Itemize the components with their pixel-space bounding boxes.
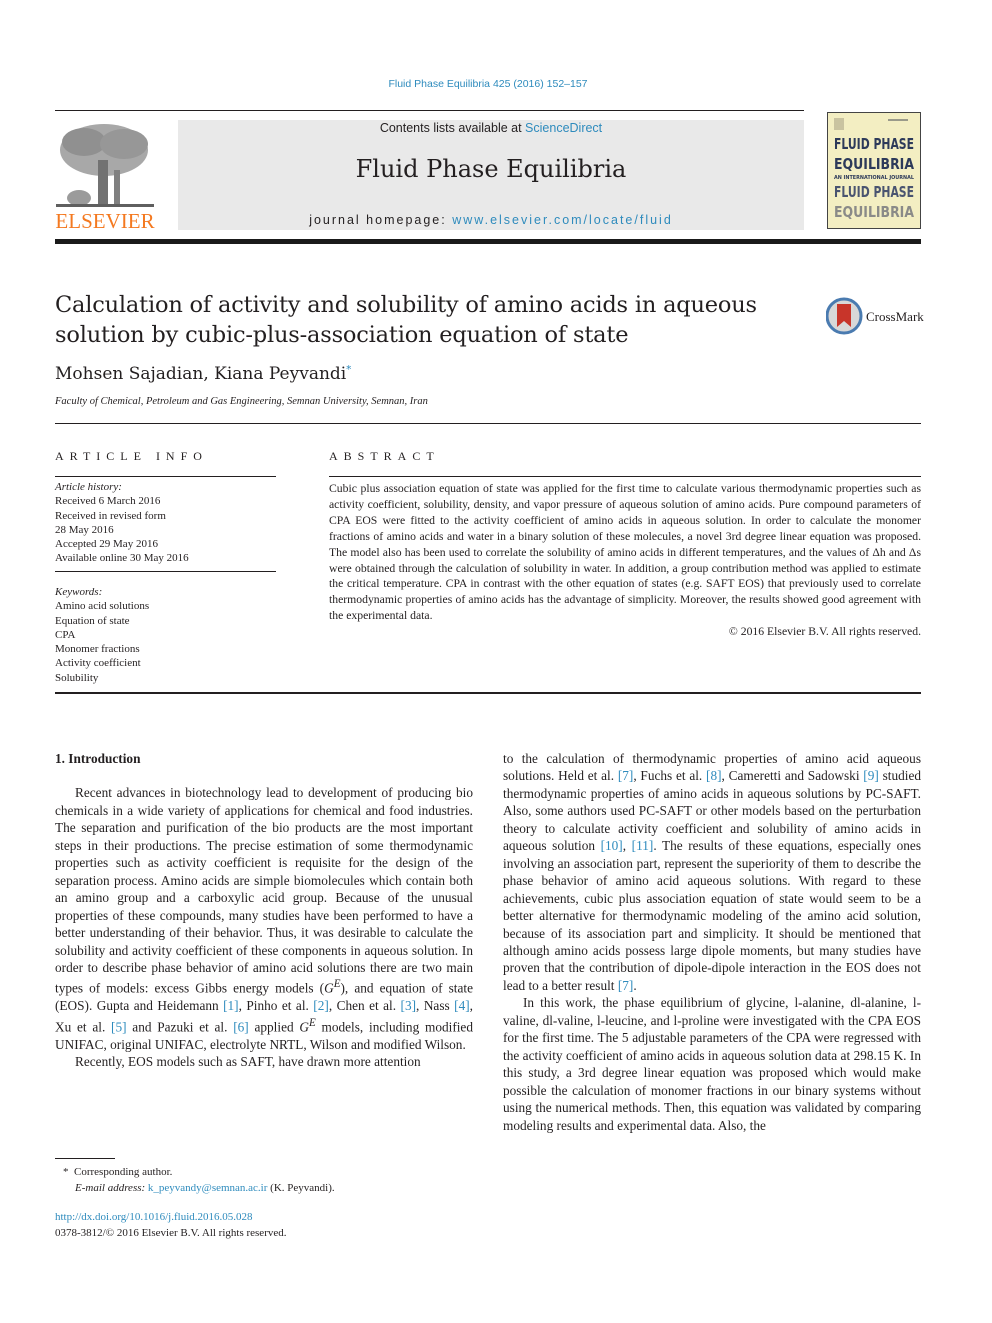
elsevier-tree-icon: ELSEVIER bbox=[54, 120, 156, 233]
doi-block: http://dx.doi.org/10.1016/j.fluid.2016.0… bbox=[55, 1209, 287, 1241]
cover-title-2: EQUILIBRIA bbox=[834, 155, 914, 173]
section-rule bbox=[55, 423, 921, 424]
homepage-line: journal homepage: www.elsevier.com/locat… bbox=[178, 213, 804, 227]
abstract-paragraph: Cubic plus association equation of state… bbox=[329, 482, 921, 623]
footnote-mark: * bbox=[63, 1166, 69, 1178]
keyword-item: Equation of state bbox=[55, 614, 130, 627]
cover-title-4: EQUILIBRIA bbox=[834, 203, 914, 221]
svg-text:ELSEVIER: ELSEVIER bbox=[55, 209, 154, 232]
keyword-item: Activity coefficient bbox=[55, 657, 141, 670]
abstract-rule bbox=[329, 476, 921, 477]
citation-link[interactable]: [8] bbox=[706, 768, 722, 783]
article-info-heading: ARTICLE INFO bbox=[55, 449, 208, 463]
keyword-item: CPA bbox=[55, 628, 76, 641]
crossmark-label: CrossMark bbox=[866, 309, 924, 324]
citation-link[interactable]: [9] bbox=[863, 768, 879, 783]
keyword-item: Monomer fractions bbox=[55, 643, 140, 656]
citation-link[interactable]: [7] bbox=[618, 768, 634, 783]
abstract-copyright: © 2016 Elsevier B.V. All rights reserved… bbox=[728, 625, 921, 639]
email-suffix: (K. Peyvandi). bbox=[267, 1182, 335, 1194]
authors: Mohsen Sajadian, Kiana Peyvandi* bbox=[55, 364, 351, 384]
journal-citation-link[interactable]: Fluid Phase Equilibria 425 (2016) 152–15… bbox=[0, 78, 976, 90]
history-item: 28 May 2016 bbox=[55, 523, 114, 536]
author-names: Mohsen Sajadian, Kiana Peyvandi bbox=[55, 364, 347, 384]
abstract-heading: ABSTRACT bbox=[329, 449, 440, 463]
keywords-label: Keywords: bbox=[55, 586, 103, 598]
citation-link[interactable]: [4] bbox=[454, 998, 470, 1013]
article-history: Article history: Received 6 March 2016 R… bbox=[55, 480, 285, 566]
doi-link[interactable]: http://dx.doi.org/10.1016/j.fluid.2016.0… bbox=[55, 1209, 287, 1225]
elsevier-logo: ELSEVIER bbox=[54, 120, 156, 233]
keywords: Keywords: Amino acid solutions Equation … bbox=[55, 585, 285, 685]
homepage-link[interactable]: www.elsevier.com/locate/fluid bbox=[452, 213, 673, 227]
cover-title-1: FLUID PHASE bbox=[834, 135, 914, 153]
citation-link[interactable]: [2] bbox=[313, 998, 329, 1013]
header-thick-rule bbox=[55, 239, 921, 244]
body-paragraph: Recent advances in biotechnology lead to… bbox=[55, 785, 474, 1052]
citation-link[interactable]: [7] bbox=[618, 978, 634, 993]
citation-link[interactable]: [5] bbox=[111, 1019, 127, 1034]
corresponding-author-note: Corresponding author. bbox=[74, 1166, 173, 1178]
info-rule bbox=[55, 571, 276, 572]
email-label: E-mail address: bbox=[75, 1182, 148, 1194]
info-rule bbox=[55, 476, 276, 477]
issn-copyright: 0378-3812/© 2016 Elsevier B.V. All right… bbox=[55, 1227, 287, 1239]
keyword-item: Solubility bbox=[55, 671, 99, 684]
corresponding-author-mark[interactable]: * bbox=[346, 364, 351, 375]
body-paragraph: Recently, EOS models such as SAFT, have … bbox=[75, 1054, 421, 1070]
journal-cover-image: FLUID PHASE EQUILIBRIA AN INTERNATIONAL … bbox=[827, 112, 921, 229]
crossmark-icon bbox=[825, 297, 863, 335]
section-heading-introduction: 1. Introduction bbox=[55, 751, 141, 766]
footnote: * Corresponding author. E-mail address: … bbox=[55, 1164, 335, 1196]
footnote-rule bbox=[55, 1158, 115, 1159]
journal-name: Fluid Phase Equilibria bbox=[355, 155, 627, 183]
history-label: Article history: bbox=[55, 481, 122, 493]
citation-link[interactable]: [3] bbox=[401, 998, 417, 1013]
keyword-item: Amino acid solutions bbox=[55, 600, 150, 613]
history-item: Received 6 March 2016 bbox=[55, 495, 161, 508]
body-paragraph: In this work, the phase equilibrium of g… bbox=[503, 995, 921, 1133]
crossmark-button[interactable]: CrossMark bbox=[825, 296, 936, 336]
citation-link[interactable]: [10] bbox=[601, 838, 623, 853]
contents-prefix: Contents lists available at bbox=[379, 121, 526, 135]
history-item: Accepted 29 May 2016 bbox=[55, 538, 158, 551]
cover-title-3: FLUID PHASE bbox=[834, 183, 914, 201]
history-item: Received in revised form bbox=[55, 509, 166, 522]
body-column-right: to the calculation of thermodynamic prop… bbox=[503, 750, 921, 1134]
citation-link[interactable]: [1] bbox=[223, 998, 239, 1013]
homepage-prefix: journal homepage: bbox=[309, 213, 453, 227]
citation-link[interactable]: [6] bbox=[233, 1019, 249, 1034]
history-item: Available online 30 May 2016 bbox=[55, 552, 189, 565]
body-column-left: 1. Introduction Recent advances in biote… bbox=[55, 750, 473, 1071]
header-rule bbox=[55, 110, 804, 111]
cover-emblem-icon bbox=[834, 118, 844, 130]
affiliation: Faculty of Chemical, Petroleum and Gas E… bbox=[55, 396, 428, 407]
body-paragraph: to the calculation of thermodynamic prop… bbox=[503, 751, 921, 993]
citation-link[interactable]: [11] bbox=[632, 838, 654, 853]
abstract-text: Cubic plus association equation of state… bbox=[329, 481, 921, 640]
sciencedirect-link[interactable]: ScienceDirect bbox=[525, 121, 602, 135]
cover-subtitle: AN INTERNATIONAL JOURNAL bbox=[834, 175, 915, 181]
front-matter-rule bbox=[55, 692, 921, 694]
contents-line: Contents lists available at ScienceDirec… bbox=[178, 121, 804, 135]
article-title: Calculation of activity and solubility o… bbox=[55, 292, 757, 348]
email-link[interactable]: k_peyvandy@semnan.ac.ir bbox=[148, 1182, 267, 1194]
